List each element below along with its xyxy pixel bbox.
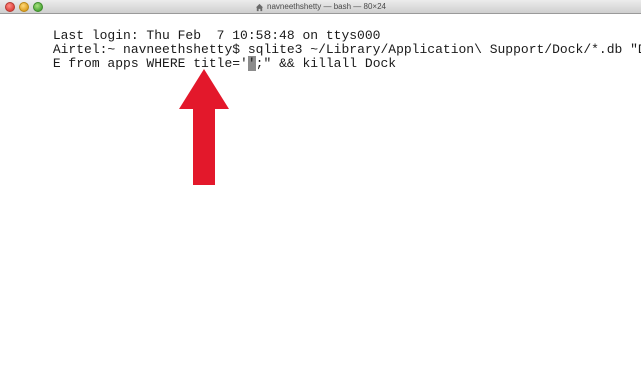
window-title-area: navneethshetty — bash — 80×24	[0, 0, 641, 14]
window-title: navneethshetty — bash — 80×24	[267, 2, 386, 11]
home-folder-icon	[255, 3, 264, 11]
terminal-window: navneethshetty — bash — 80×24 Last login…	[0, 0, 641, 376]
red-up-arrow-icon	[179, 69, 229, 185]
command-text-part3: ;" && killall Dock	[255, 56, 397, 71]
title-bar[interactable]: navneethshetty — bash — 80×24	[0, 0, 641, 14]
text-cursor: '	[247, 56, 256, 71]
terminal-content[interactable]: Last login: Thu Feb 7 10:58:48 on ttys00…	[0, 14, 641, 376]
